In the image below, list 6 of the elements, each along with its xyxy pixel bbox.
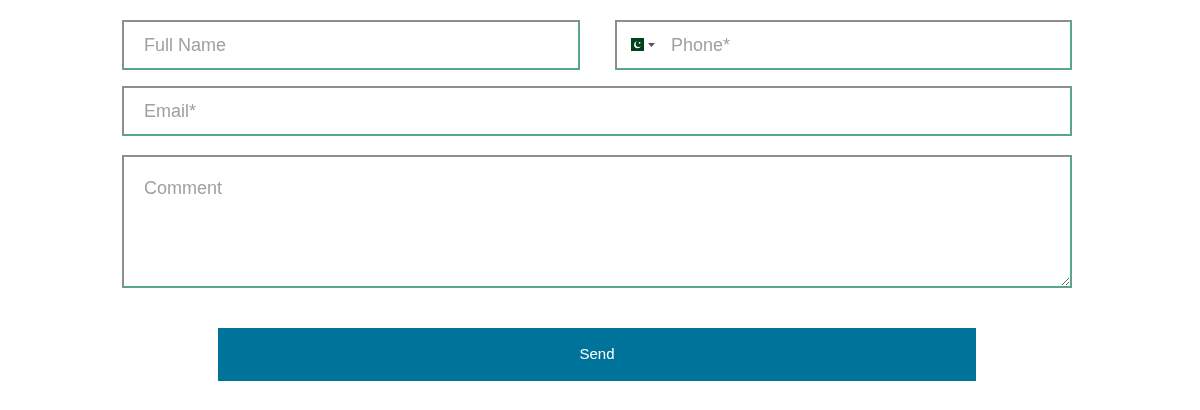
send-button[interactable]: Send — [218, 328, 976, 381]
caret-icon — [648, 42, 655, 47]
phone-field[interactable]: Phone* — [615, 20, 1072, 70]
input-field[interactable]: Email* — [122, 86, 1072, 136]
comment-field[interactable]: Comment — [122, 155, 1072, 288]
input-field[interactable]: Full Name — [122, 20, 580, 70]
